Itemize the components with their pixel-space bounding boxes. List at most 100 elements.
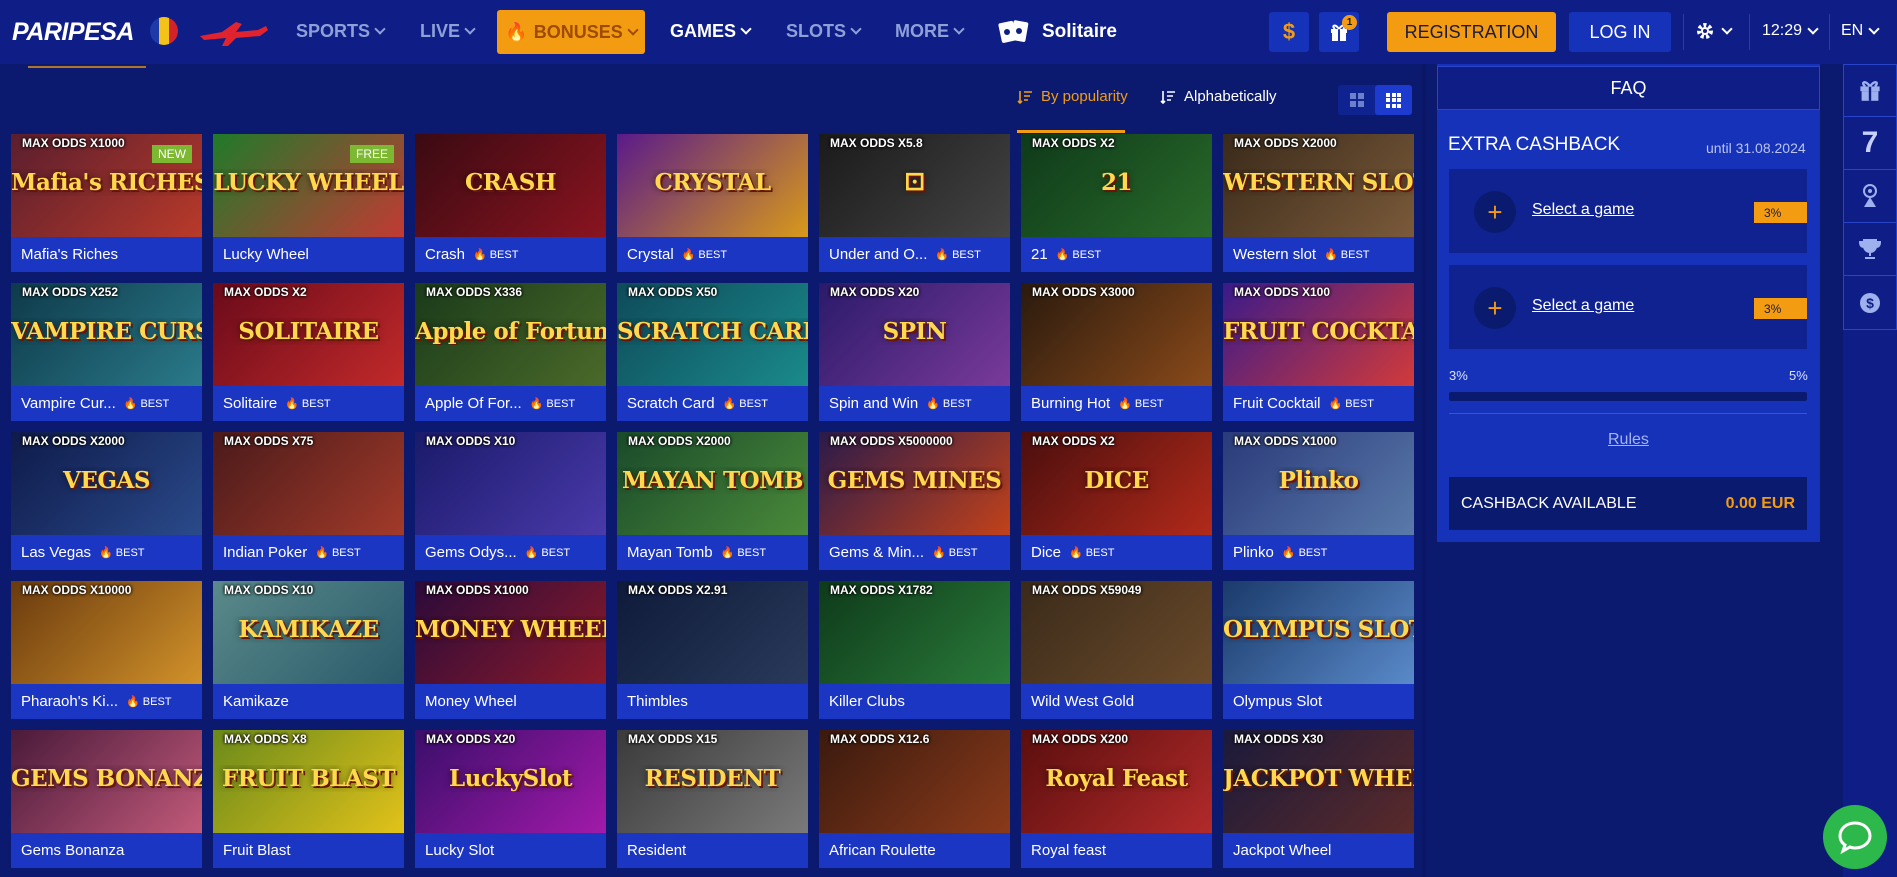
select-game-link[interactable]: Select a game: [1532, 297, 1634, 315]
cashback-game-slot[interactable]: + Select a game 3%: [1449, 265, 1807, 349]
game-thumbnail[interactable]: MAX ODDS X10: [415, 432, 606, 535]
game-label-bar[interactable]: Vampire Cur... 🔥 BEST: [11, 386, 202, 421]
game-thumbnail[interactable]: LuckySlot MAX ODDS X20: [415, 730, 606, 833]
game-thumbnail[interactable]: GEMS MINES MAX ODDS X5000000: [819, 432, 1010, 535]
game-card[interactable]: MAX ODDS X12.6 African Roulette: [819, 730, 1010, 868]
sort-alphabetically[interactable]: Alphabetically: [1160, 88, 1277, 105]
game-label-bar[interactable]: Las Vegas 🔥 BEST: [11, 535, 202, 570]
game-label-bar[interactable]: 21 🔥 BEST: [1021, 237, 1212, 272]
game-card[interactable]: MAYAN TOMB MAX ODDS X2000 Mayan Tomb 🔥 BEST: [617, 432, 808, 570]
game-thumbnail[interactable]: MAX ODDS X10000: [11, 581, 202, 684]
game-thumbnail[interactable]: WESTERN SLOT MAX ODDS X2000: [1223, 134, 1414, 237]
game-card[interactable]: FRUIT BLAST MAX ODDS X8 Fruit Blast: [213, 730, 404, 868]
game-card[interactable]: FRUIT COCKTAIL MAX ODDS X100 Fruit Cocktai…: [1223, 283, 1414, 421]
game-card[interactable]: OLYMPUS SLOT Olympus Slot: [1223, 581, 1414, 719]
game-card[interactable]: SCRATCH CARD MAX ODDS X50 Scratch Card 🔥 BES…: [617, 283, 808, 421]
nav-slots[interactable]: SLOTS: [786, 21, 862, 42]
game-label-bar[interactable]: Jackpot Wheel: [1223, 833, 1414, 868]
live-chat-button[interactable]: [1823, 805, 1887, 869]
game-label-bar[interactable]: Burning Hot 🔥 BEST: [1021, 386, 1212, 421]
clock-menu[interactable]: 12:29: [1762, 22, 1819, 40]
rail-lucky-seven-button[interactable]: 7: [1843, 117, 1897, 170]
game-card[interactable]: Royal Feast MAX ODDS X200 Royal feast: [1021, 730, 1212, 868]
game-thumbnail[interactable]: DICE MAX ODDS X2: [1021, 432, 1212, 535]
game-label-bar[interactable]: Gems & Min... 🔥 BEST: [819, 535, 1010, 570]
game-thumbnail[interactable]: MAX ODDS X12.6: [819, 730, 1010, 833]
game-thumbnail[interactable]: FRUIT COCKTAIL MAX ODDS X100: [1223, 283, 1414, 386]
game-label-bar[interactable]: Apple Of For... 🔥 BEST: [415, 386, 606, 421]
game-thumbnail[interactable]: RESIDENT MAX ODDS X15: [617, 730, 808, 833]
currency-button[interactable]: $: [1269, 12, 1309, 52]
game-label-bar[interactable]: Under and O... 🔥 BEST: [819, 237, 1010, 272]
settings-menu[interactable]: [1695, 21, 1733, 41]
game-card[interactable]: MAX ODDS X10 Gems Odys... 🔥 BEST: [415, 432, 606, 570]
game-thumbnail[interactable]: Plinko MAX ODDS X1000: [1223, 432, 1414, 535]
game-label-bar[interactable]: Lucky Wheel: [213, 237, 404, 272]
small-grid-view-button[interactable]: [1375, 85, 1412, 115]
game-card[interactable]: MAX ODDS X75 Indian Poker 🔥 BEST: [213, 432, 404, 570]
large-grid-view-button[interactable]: [1338, 85, 1375, 115]
aviator-plane-icon[interactable]: [196, 18, 270, 48]
game-label-bar[interactable]: Indian Poker 🔥 BEST: [213, 535, 404, 570]
game-label-bar[interactable]: Killer Clubs: [819, 684, 1010, 719]
game-label-bar[interactable]: Resident: [617, 833, 808, 868]
game-label-bar[interactable]: Kamikaze: [213, 684, 404, 719]
rail-cashback-button[interactable]: $: [1843, 276, 1897, 329]
game-label-bar[interactable]: Wild West Gold: [1021, 684, 1212, 719]
game-thumbnail[interactable]: MONEY WHEEL MAX ODDS X1000: [415, 581, 606, 684]
game-card[interactable]: VEGAS MAX ODDS X2000 Las Vegas 🔥 BEST: [11, 432, 202, 570]
game-thumbnail[interactable]: ⚀ MAX ODDS X5.8: [819, 134, 1010, 237]
flag-icon[interactable]: [150, 17, 178, 45]
game-thumbnail[interactable]: VEGAS MAX ODDS X2000: [11, 432, 202, 535]
current-game-title[interactable]: Solitaire: [998, 18, 1117, 46]
gift-button[interactable]: 1: [1319, 12, 1359, 52]
game-thumbnail[interactable]: MAX ODDS X75: [213, 432, 404, 535]
game-label-bar[interactable]: Royal feast: [1021, 833, 1212, 868]
paripesa-logo[interactable]: PARIPESA: [12, 18, 134, 47]
game-label-bar[interactable]: Crash 🔥 BEST: [415, 237, 606, 272]
game-thumbnail[interactable]: CRASH: [415, 134, 606, 237]
game-thumbnail[interactable]: MAX ODDS X3000: [1021, 283, 1212, 386]
game-thumbnail[interactable]: GEMS BONANZA: [11, 730, 202, 833]
game-thumbnail[interactable]: OLYMPUS SLOT: [1223, 581, 1414, 684]
nav-games[interactable]: GAMES: [670, 21, 752, 42]
sort-by-popularity[interactable]: By popularity: [1017, 88, 1128, 105]
rail-tournaments-button[interactable]: [1843, 223, 1897, 276]
game-card[interactable]: MAX ODDS X59049 Wild West Gold: [1021, 581, 1212, 719]
registration-button[interactable]: REGISTRATION: [1387, 12, 1556, 52]
game-label-bar[interactable]: Gems Odys... 🔥 BEST: [415, 535, 606, 570]
game-label-bar[interactable]: African Roulette: [819, 833, 1010, 868]
game-card[interactable]: JACKPOT WHEEL MAX ODDS X30 Jackpot Wheel: [1223, 730, 1414, 868]
game-card[interactable]: 21 MAX ODDS X2 21 🔥 BEST: [1021, 134, 1212, 272]
game-thumbnail[interactable]: MAX ODDS X1782: [819, 581, 1010, 684]
game-thumbnail[interactable]: CRYSTAL: [617, 134, 808, 237]
language-menu[interactable]: EN: [1841, 22, 1880, 40]
game-label-bar[interactable]: Mayan Tomb 🔥 BEST: [617, 535, 808, 570]
game-thumbnail[interactable]: Mafia's RICHES MAX ODDS X1000 NEW: [11, 134, 202, 237]
game-thumbnail[interactable]: MAYAN TOMB MAX ODDS X2000: [617, 432, 808, 535]
nav-live[interactable]: LIVE: [420, 21, 476, 42]
game-card[interactable]: SPIN MAX ODDS X20 Spin and Win 🔥 BEST: [819, 283, 1010, 421]
game-thumbnail[interactable]: 21 MAX ODDS X2: [1021, 134, 1212, 237]
plus-icon[interactable]: +: [1474, 287, 1516, 329]
faq-button[interactable]: FAQ: [1437, 66, 1820, 110]
game-label-bar[interactable]: Fruit Blast: [213, 833, 404, 868]
game-thumbnail[interactable]: MAX ODDS X59049: [1021, 581, 1212, 684]
game-thumbnail[interactable]: LUCKY WHEEL FREE: [213, 134, 404, 237]
game-label-bar[interactable]: Pharaoh's Ki... 🔥 BEST: [11, 684, 202, 719]
game-card[interactable]: RESIDENT MAX ODDS X15 Resident: [617, 730, 808, 868]
game-card[interactable]: KAMIKAZE MAX ODDS X10 Kamikaze: [213, 581, 404, 719]
plus-icon[interactable]: +: [1474, 191, 1516, 233]
game-thumbnail[interactable]: FRUIT BLAST MAX ODDS X8: [213, 730, 404, 833]
game-thumbnail[interactable]: Royal Feast MAX ODDS X200: [1021, 730, 1212, 833]
game-card[interactable]: MAX ODDS X2.91 Thimbles: [617, 581, 808, 719]
rail-casino-button[interactable]: [1843, 170, 1897, 223]
game-card[interactable]: DICE MAX ODDS X2 Dice 🔥 BEST: [1021, 432, 1212, 570]
game-card[interactable]: VAMPIRE CURSE MAX ODDS X252 Vampire Cur...…: [11, 283, 202, 421]
game-card[interactable]: LuckySlot MAX ODDS X20 Lucky Slot: [415, 730, 606, 868]
game-thumbnail[interactable]: MAX ODDS X2.91: [617, 581, 808, 684]
game-label-bar[interactable]: Fruit Cocktail 🔥 BEST: [1223, 386, 1414, 421]
game-label-bar[interactable]: Solitaire 🔥 BEST: [213, 386, 404, 421]
game-card[interactable]: MAX ODDS X1782 Killer Clubs: [819, 581, 1010, 719]
game-label-bar[interactable]: Thimbles: [617, 684, 808, 719]
